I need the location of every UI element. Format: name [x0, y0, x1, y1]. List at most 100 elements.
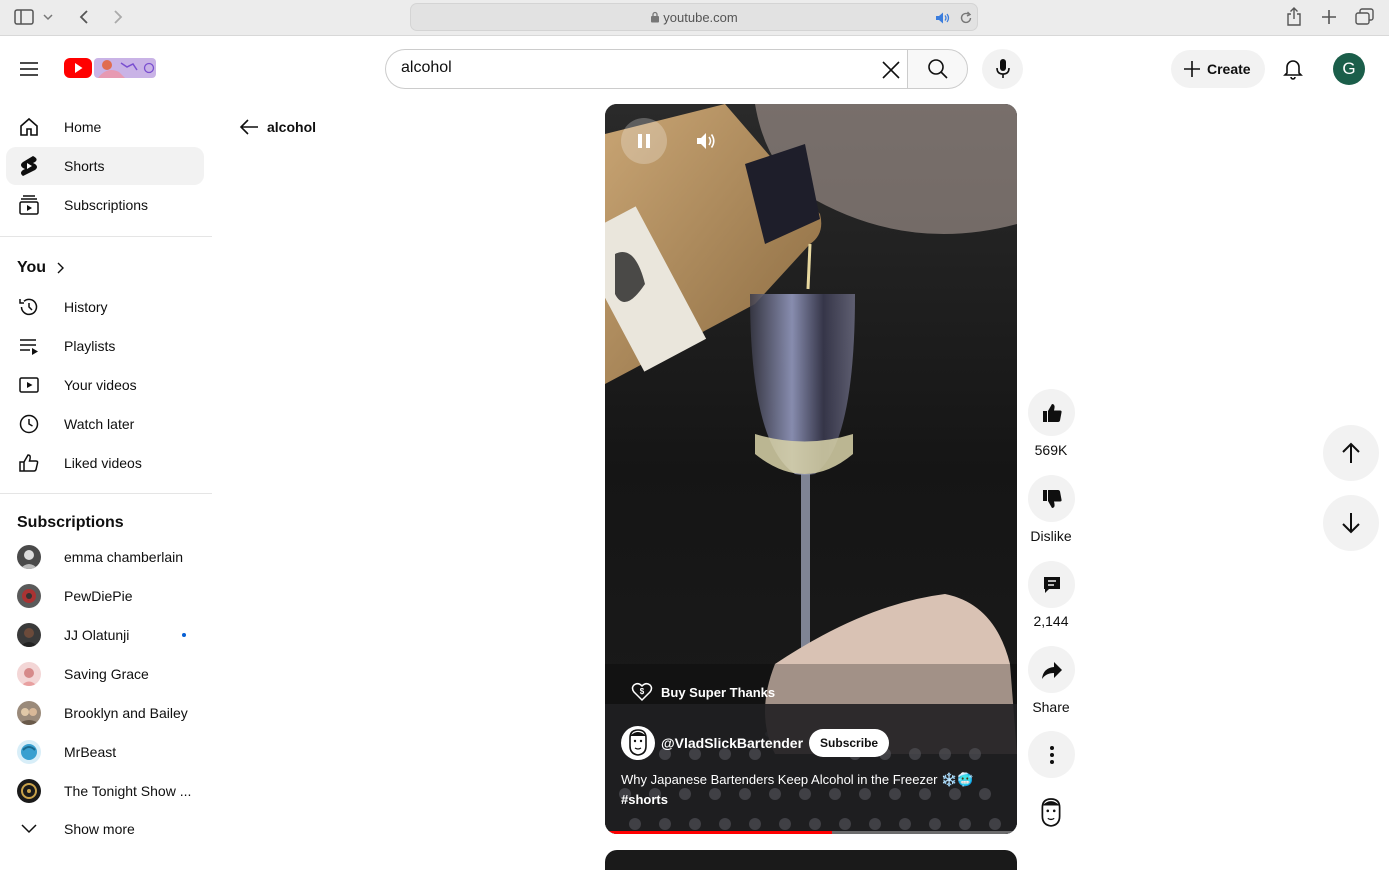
sidebar-item-home[interactable]: Home	[6, 108, 204, 146]
super-thanks-icon: $	[631, 682, 653, 702]
search-input[interactable]	[401, 59, 861, 77]
sidebar-item-label: Watch later	[64, 416, 135, 432]
notifications-button[interactable]	[1276, 52, 1310, 86]
comments-count: 2,144	[1033, 613, 1069, 629]
volume-icon	[697, 133, 715, 149]
avatar	[17, 779, 41, 803]
arrow-down-icon	[1342, 513, 1360, 534]
subscription-item[interactable]: JJ Olatunji	[6, 616, 204, 654]
sidebar-toggle-icon[interactable]	[12, 6, 36, 28]
forward-icon[interactable]	[106, 6, 130, 28]
subscription-item[interactable]: Brooklyn and Bailey	[6, 694, 204, 732]
avatar	[17, 545, 41, 569]
subscribe-label: Subscribe	[820, 736, 879, 750]
pause-button[interactable]	[621, 118, 667, 164]
like-button[interactable]	[1028, 389, 1075, 436]
sidebar-item-subscriptions[interactable]: Subscriptions	[6, 186, 204, 224]
subscription-label: emma chamberlain	[64, 549, 184, 565]
shorts-player[interactable]: $ Buy Super Thanks @VladSlickBartender S…	[605, 104, 1017, 834]
sidebar-item-watch-later[interactable]: Watch later	[6, 405, 204, 443]
channel-avatar[interactable]	[621, 726, 655, 760]
progress-bar[interactable]	[605, 831, 1017, 834]
dislike-label: Dislike	[1030, 528, 1072, 544]
short-title[interactable]: Why Japanese Bartenders Keep Alcohol in …	[621, 770, 1001, 810]
channel-name[interactable]: @VladSlickBartender	[661, 735, 803, 751]
subscription-label: MrBeast	[64, 744, 117, 760]
title-text: Why Japanese Bartenders Keep Alcohol in …	[621, 772, 974, 787]
sidebar-item-liked-videos[interactable]: Liked videos	[6, 444, 204, 482]
subscription-item[interactable]: PewDiePie	[6, 577, 204, 615]
thumbs-down-icon	[1042, 489, 1062, 508]
search-button[interactable]	[907, 49, 968, 89]
volume-button[interactable]	[683, 118, 729, 164]
avatar	[17, 584, 41, 608]
sidebar-divider	[0, 236, 212, 237]
comments-button[interactable]	[1028, 561, 1075, 608]
next-short-preview[interactable]	[605, 850, 1017, 870]
subscription-item[interactable]: The Tonight Show ...	[6, 772, 204, 810]
plus-icon	[1184, 61, 1200, 77]
reload-icon[interactable]	[959, 11, 973, 30]
sidebar-item-playlists[interactable]: Playlists	[6, 327, 204, 365]
share-icon	[1041, 661, 1062, 679]
share-page-icon[interactable]	[1282, 6, 1306, 28]
back-to-results[interactable]: alcohol	[239, 118, 316, 136]
sidebar-item-label: Liked videos	[64, 455, 142, 471]
new-content-dot	[182, 633, 186, 637]
show-more-button[interactable]: Show more	[6, 810, 204, 848]
url-label: youtube.com	[663, 10, 738, 25]
more-options-button[interactable]	[1028, 731, 1075, 778]
share-button[interactable]	[1028, 646, 1075, 693]
subscription-label: JJ Olatunji	[64, 627, 130, 643]
you-section-link[interactable]: You	[17, 259, 65, 277]
subscription-item[interactable]: MrBeast	[6, 733, 204, 771]
subscription-label: Saving Grace	[64, 666, 149, 682]
super-thanks-button[interactable]: $ Buy Super Thanks	[631, 682, 775, 702]
account-avatar[interactable]: G	[1333, 53, 1365, 85]
svg-text:$: $	[640, 687, 645, 696]
watch-later-icon	[17, 413, 41, 435]
subscription-label: PewDiePie	[64, 588, 133, 604]
browser-toolbar: youtube.com	[0, 0, 1389, 36]
hashtag-link[interactable]: #shorts	[621, 790, 1001, 810]
chevron-right-icon	[57, 262, 65, 274]
create-label: Create	[1207, 61, 1251, 77]
new-tab-icon[interactable]	[1317, 6, 1341, 28]
back-icon[interactable]	[72, 6, 96, 28]
tab-overview-icon[interactable]	[1353, 6, 1377, 28]
sidebar-item-label: Home	[64, 119, 102, 135]
subscribe-button[interactable]: Subscribe	[809, 729, 890, 757]
voice-search-button[interactable]	[982, 49, 1023, 89]
subscriptions-heading: Subscriptions	[17, 514, 124, 531]
subscription-item[interactable]: emma chamberlain	[6, 538, 204, 576]
history-icon	[17, 296, 41, 318]
youtube-logo[interactable]	[63, 56, 157, 80]
subscription-item[interactable]: Saving Grace	[6, 655, 204, 693]
sidebar-item-label: History	[64, 299, 108, 315]
thumbs-up-icon	[1042, 403, 1062, 422]
address-bar[interactable]: youtube.com	[410, 3, 978, 31]
clear-search-icon[interactable]	[880, 59, 902, 81]
speaker-icon[interactable]	[935, 11, 951, 30]
previous-short-button[interactable]	[1323, 425, 1379, 481]
sound-source-avatar[interactable]	[1032, 794, 1070, 832]
microphone-icon	[995, 59, 1010, 78]
sidebar-item-your-videos[interactable]: Your videos	[6, 366, 204, 404]
create-button[interactable]: Create	[1171, 50, 1265, 88]
like-icon	[17, 452, 41, 474]
share-label: Share	[1032, 699, 1070, 715]
avatar	[17, 701, 41, 725]
dislike-button[interactable]	[1028, 475, 1075, 522]
chevron-down-icon[interactable]	[40, 6, 56, 28]
menu-icon[interactable]	[14, 54, 44, 84]
super-thanks-label: Buy Super Thanks	[661, 684, 776, 700]
avatar	[17, 740, 41, 764]
likes-count: 569K	[1034, 442, 1068, 458]
search-icon	[927, 59, 948, 79]
sidebar-item-label: Subscriptions	[64, 197, 149, 213]
sidebar-item-label: Your videos	[64, 377, 137, 393]
next-short-button[interactable]	[1323, 495, 1379, 551]
sidebar-item-shorts[interactable]: Shorts	[6, 147, 204, 185]
more-vertical-icon	[1049, 745, 1054, 764]
sidebar-item-history[interactable]: History	[6, 288, 204, 326]
